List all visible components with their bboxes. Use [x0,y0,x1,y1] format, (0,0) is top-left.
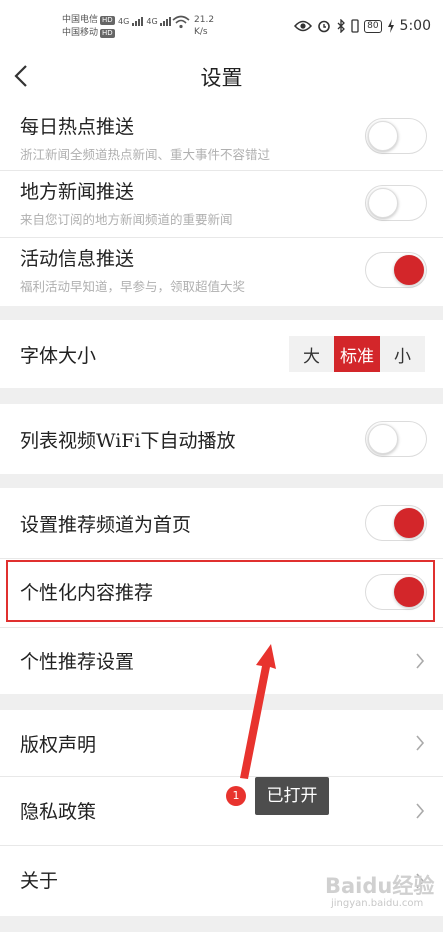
privacy-title: 隐私政策 [20,801,97,823]
step-badge: 1 [226,786,246,806]
copyright-title: 版权声明 [20,734,97,756]
clock: 5:00 [399,18,431,34]
recommend-home-row[interactable]: 设置推荐频道为首页 [0,488,443,558]
push-section: 每日热点推送 浙江新闻全频道热点新闻、重大事件不容错过 地方新闻推送 来自您订阅… [0,100,443,306]
vibrate-icon [351,19,359,33]
toggle-knob [368,121,398,151]
carrier-info: 中国电信 HD 中国移动 HD [62,14,115,40]
net-type-label: 4G [118,17,130,26]
speed-value: 21.2 [194,15,215,25]
recommend-home-title: 设置推荐频道为首页 [20,514,192,536]
eye-icon [294,20,313,32]
video-section: 列表视频WiFi下自动播放 [0,404,443,474]
watermark: Baidu经验 jingyan.baidu.com [325,868,437,918]
chevron-right-icon [416,735,425,751]
watermark-text: Baidu经验 [325,874,435,898]
chevron-right-icon [416,653,425,669]
personal-settings-row[interactable]: 个性推荐设置 [0,628,443,694]
daily-push-row[interactable]: 每日热点推送 浙江新闻全频道热点新闻、重大事件不容错过 [0,100,443,170]
daily-push-title: 每日热点推送 [20,116,135,138]
annotation-label: 已打开 [255,777,329,815]
status-bar: 中国电信 HD 中国移动 HD 4G 4G 21.2 K/s 80 5:00 [0,0,443,52]
daily-push-toggle[interactable] [365,118,427,154]
carrier-2: 中国移动 [62,28,99,38]
local-push-title: 地方新闻推送 [20,181,135,203]
local-push-toggle[interactable] [365,185,427,221]
status-right: 80 5:00 [294,18,431,34]
video-autoplay-title: 列表视频WiFi下自动播放 [20,430,236,452]
page-title: 设置 [200,66,243,90]
daily-push-subtitle: 浙江新闻全频道热点新闻、重大事件不容错过 [20,147,271,162]
alarm-icon [318,20,330,33]
bluetooth-icon [337,19,346,33]
charging-icon [387,19,394,33]
activity-push-row[interactable]: 活动信息推送 福利活动早知道，早参与，领取超值大奖 [0,238,443,306]
signal-icon [131,17,144,26]
speed-unit: K/s [194,27,208,37]
activity-push-title: 活动信息推送 [20,248,135,270]
carrier-1: 中国电信 [62,15,99,25]
toggle-knob [368,424,398,454]
video-autoplay-toggle[interactable] [365,421,427,457]
toggle-knob [394,255,424,285]
font-size-small[interactable]: 小 [380,336,425,372]
font-size-large[interactable]: 大 [289,336,334,372]
font-size-section: 字体大小 大 标准 小 [0,320,443,388]
signal-icon [160,17,172,26]
signal-icons: 4G 4G [118,17,172,26]
nav-bar: 设置 [0,52,443,100]
font-size-title: 字体大小 [20,345,97,367]
watermark-subtext: jingyan.baidu.com [331,898,424,909]
privacy-row[interactable]: 隐私政策 [0,777,443,845]
net-type-label: 4G [146,17,158,26]
about-title: 关于 [20,870,59,892]
toggle-knob [368,188,398,218]
font-size-selector: 大 标准 小 [289,336,425,372]
recommend-home-toggle[interactable] [365,505,427,541]
toggle-knob [394,508,424,538]
battery-icon: 80 [364,19,382,33]
video-autoplay-row[interactable]: 列表视频WiFi下自动播放 [0,404,443,474]
wifi-icon [172,15,190,29]
local-push-subtitle: 来自您订阅的地方新闻频道的重要新闻 [20,212,233,227]
activity-push-subtitle: 福利活动早知道，早参与，领取超值大奖 [20,279,246,294]
chevron-right-icon [416,803,425,819]
hd-badge: HD [100,16,115,25]
font-size-standard[interactable]: 标准 [334,336,380,372]
network-speed: 21.2 K/s [194,14,214,38]
activity-push-toggle[interactable] [365,252,427,288]
hd-badge: HD [100,29,115,38]
copyright-row[interactable]: 版权声明 [0,710,443,776]
highlight-box [6,560,435,622]
personal-settings-title: 个性推荐设置 [20,651,135,673]
local-push-row[interactable]: 地方新闻推送 来自您订阅的地方新闻频道的重要新闻 [0,171,443,237]
